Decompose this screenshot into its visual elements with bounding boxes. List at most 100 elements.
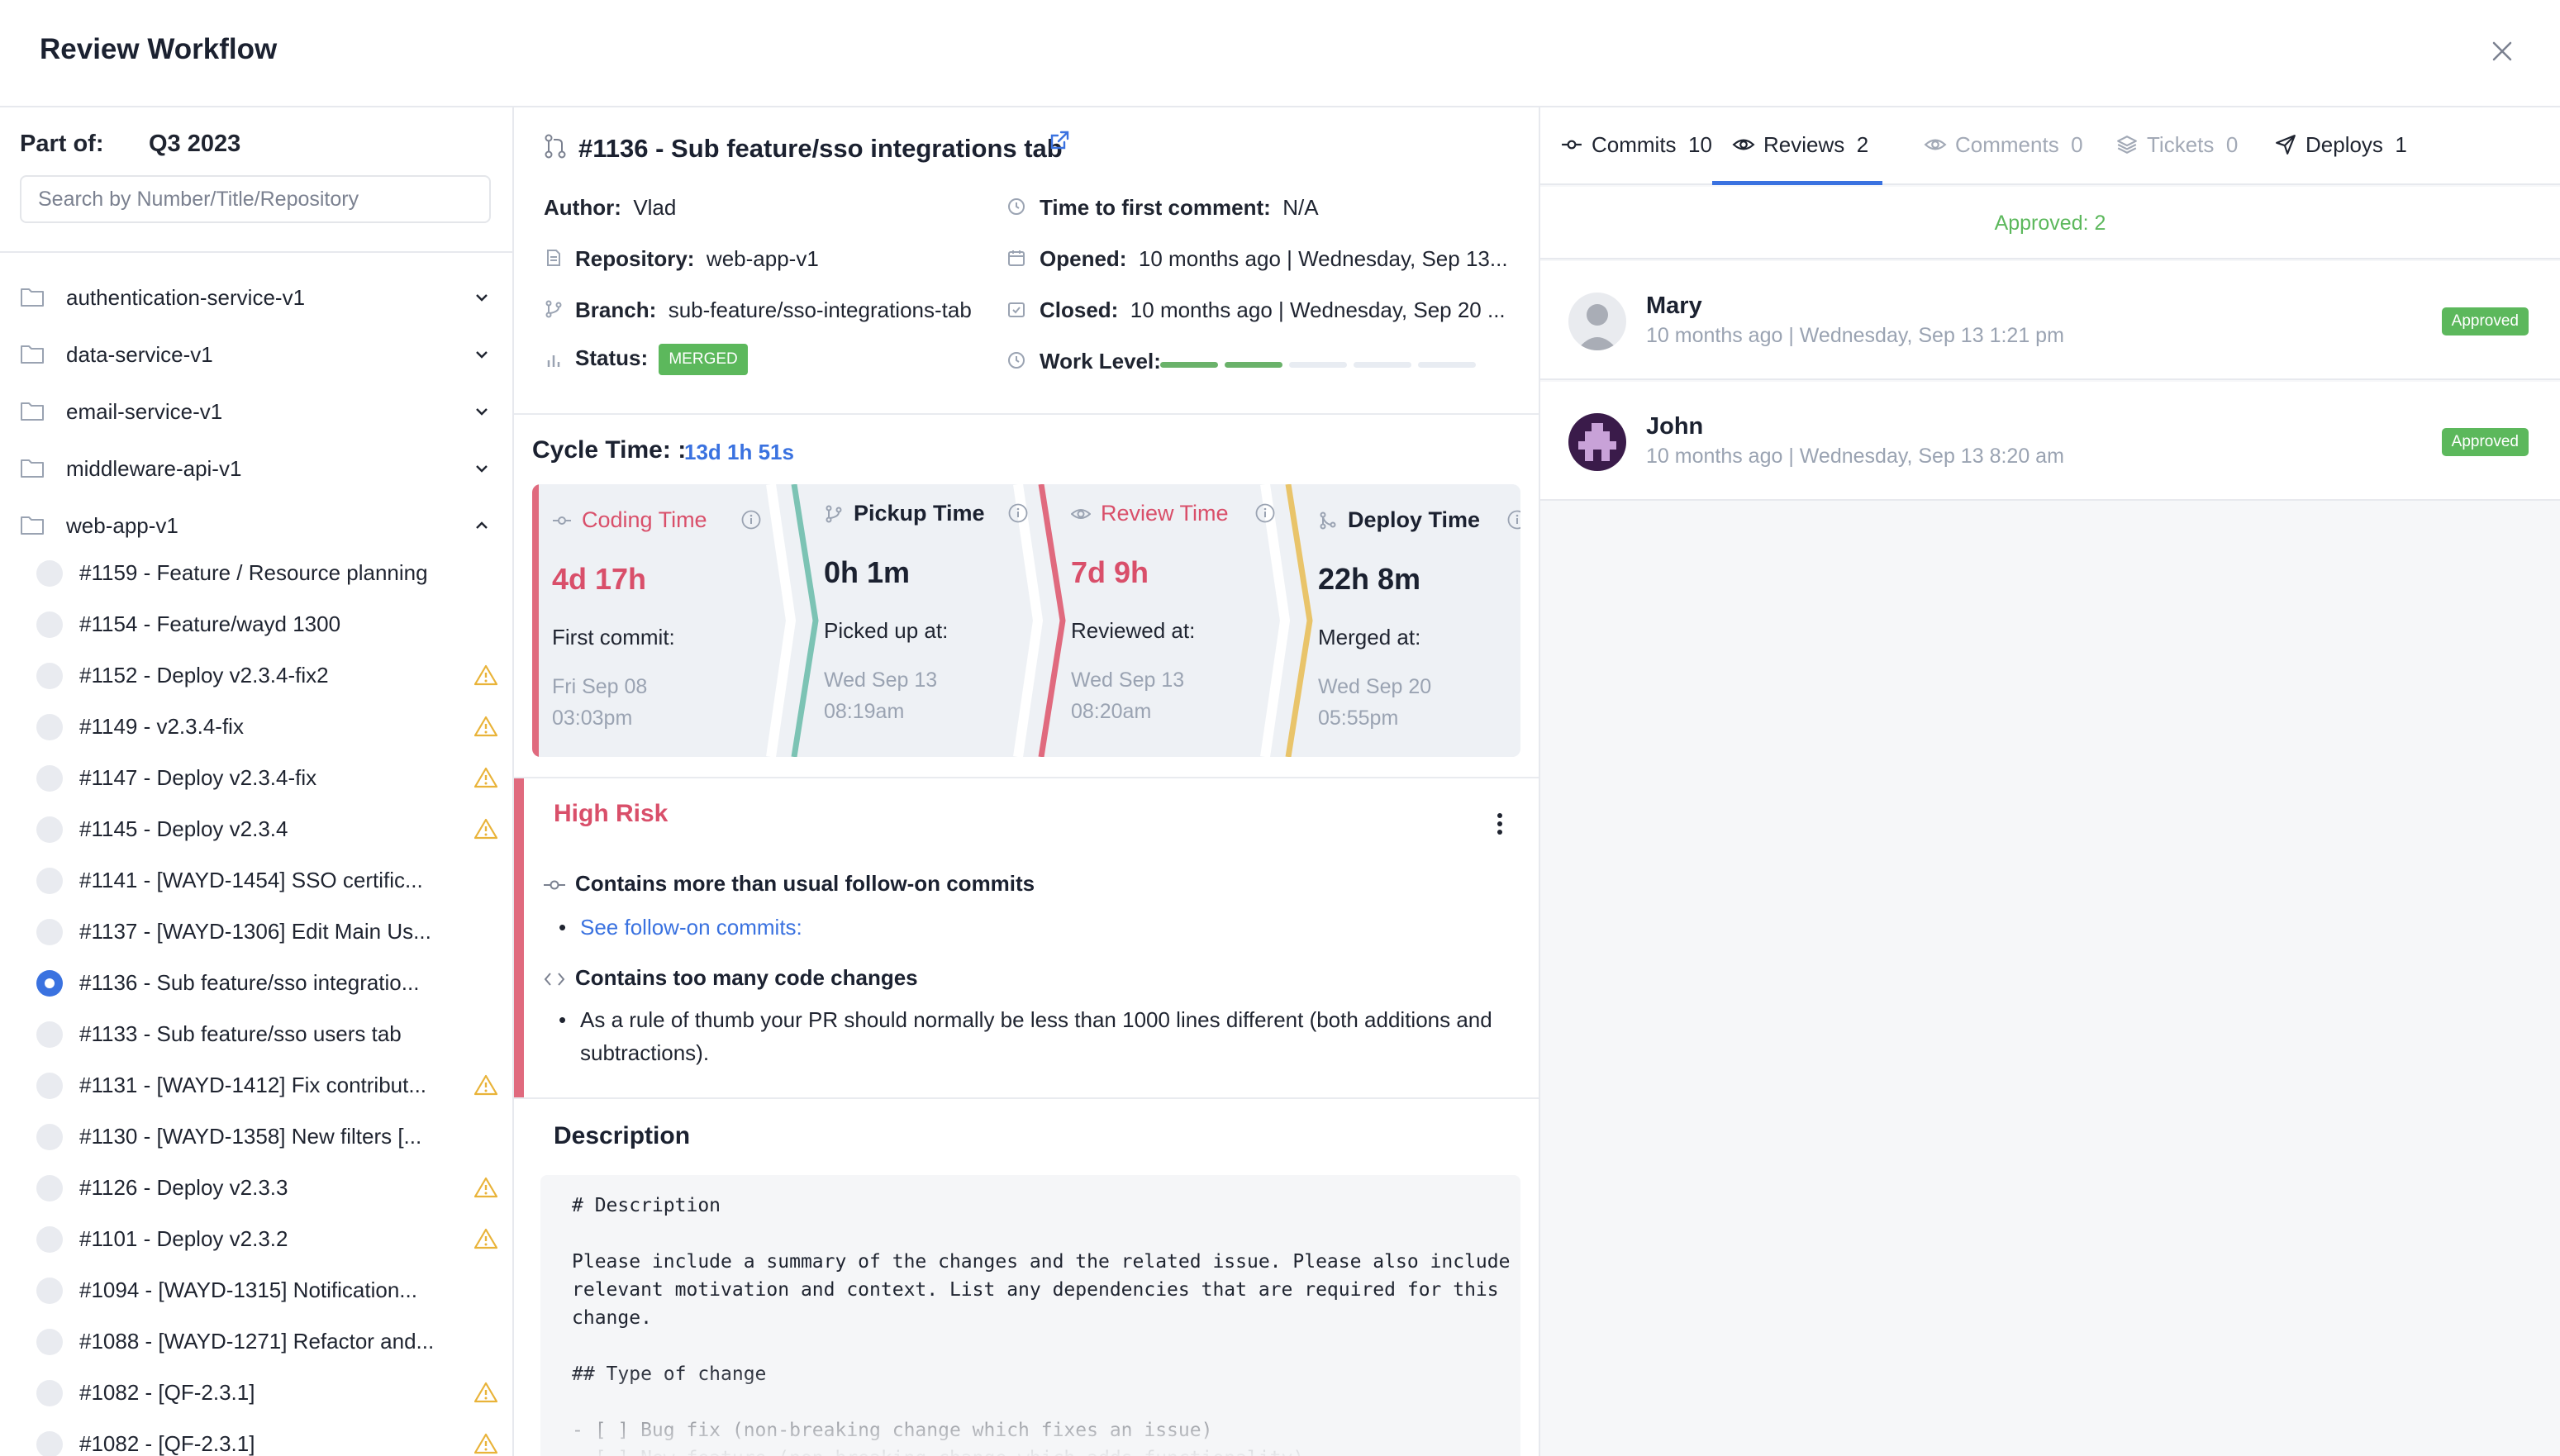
- modal-header: Review Workflow: [0, 0, 2560, 107]
- pr-list-item[interactable]: #1136 - Sub feature/sso integratio...: [36, 960, 499, 1002]
- radio[interactable]: [36, 1226, 63, 1253]
- stage-date: Wed Sep 13: [824, 669, 938, 692]
- pr-list-item[interactable]: #1152 - Deploy v2.3.4-fix2: [36, 653, 499, 694]
- radio[interactable]: [36, 1124, 63, 1150]
- pr-list-item[interactable]: #1094 - [WAYD-1315] Notification...: [36, 1268, 499, 1309]
- radio[interactable]: [36, 1175, 63, 1201]
- pr-list-title: #1133 - Sub feature/sso users tab: [79, 1021, 402, 1046]
- radio[interactable]: [36, 663, 63, 689]
- pr-list-title: #1126 - Deploy v2.3.3: [79, 1175, 288, 1200]
- search-input[interactable]: [20, 175, 491, 223]
- modal-title: Review Workflow: [40, 33, 278, 65]
- tab-count: 1: [2395, 132, 2407, 157]
- tab-label-text: Comments: [1955, 132, 2059, 157]
- radio[interactable]: [36, 611, 63, 638]
- pr-list-title: #1131 - [WAYD-1412] Fix contribut...: [79, 1073, 427, 1097]
- pr-list-item[interactable]: #1159 - Feature / Resource planning: [36, 550, 499, 592]
- stage-duration: 7d 9h: [1071, 555, 1149, 589]
- tab-reviews[interactable]: Reviews 2: [1712, 107, 1882, 185]
- radio[interactable]: [36, 1021, 63, 1048]
- tab-label-text: Deploys: [2305, 132, 2383, 157]
- merge-icon: [1320, 512, 1336, 530]
- clock-icon: [1008, 352, 1025, 369]
- pull-request-icon: [545, 134, 566, 159]
- tab-count: 2: [1856, 132, 1869, 157]
- pr-list-title: #1145 - Deploy v2.3.4: [79, 816, 288, 841]
- author-label: Author:: [544, 195, 621, 220]
- radio-selected[interactable]: [36, 970, 63, 997]
- work-level: Work Level:: [1006, 344, 1519, 377]
- tab-label: Tickets 0: [2147, 132, 2238, 158]
- pr-list-item[interactable]: #1137 - [WAYD-1306] Edit Main Us...: [36, 909, 499, 950]
- avatar: [1568, 293, 1626, 350]
- pr-list-item[interactable]: #1101 - Deploy v2.3.2: [36, 1216, 499, 1258]
- follow-on-commits-link[interactable]: See follow-on commits:: [580, 915, 802, 940]
- tab-count: 0: [2225, 132, 2239, 157]
- radio[interactable]: [36, 1329, 63, 1355]
- branch-label: Branch:: [575, 297, 657, 322]
- radio[interactable]: [36, 868, 63, 894]
- radio[interactable]: [36, 1380, 63, 1406]
- more-options-icon[interactable]: [1496, 811, 1504, 836]
- radio[interactable]: [36, 1278, 63, 1304]
- stage-time: 08:20am: [1071, 700, 1152, 723]
- radio[interactable]: [36, 765, 63, 792]
- radio[interactable]: [36, 1073, 63, 1099]
- external-link-icon[interactable]: [1048, 129, 1071, 152]
- pr-list-item[interactable]: #1147 - Deploy v2.3.4-fix: [36, 755, 499, 797]
- cycle-stage: Review Time 7d 9h Reviewed at: Wed Sep 13 08…: [1026, 484, 1295, 757]
- pr-list-item[interactable]: #1126 - Deploy v2.3.3: [36, 1165, 499, 1206]
- review-time: 10 months ago | Wednesday, Sep 13 8:20 a…: [1646, 445, 2064, 468]
- comment-icon: [1924, 139, 1947, 150]
- repository-value: web-app-v1: [706, 246, 819, 271]
- radio[interactable]: [36, 1431, 63, 1456]
- risk-item-code-changes: Contains too many code changes: [544, 965, 918, 991]
- pr-list-item[interactable]: #1082 - [QF-2.3.1]: [36, 1421, 499, 1456]
- radio[interactable]: [36, 919, 63, 945]
- review-time: 10 months ago | Wednesday, Sep 13 1:21 p…: [1646, 324, 2064, 347]
- pr-list-item[interactable]: #1141 - [WAYD-1454] SSO certific...: [36, 858, 499, 899]
- repo-item[interactable]: web-app-v1: [20, 506, 499, 545]
- pr-list-title: #1130 - [WAYD-1358] New filters [...: [79, 1124, 422, 1149]
- pr-list-item[interactable]: #1133 - Sub feature/sso users tab: [36, 1011, 499, 1053]
- repo-name: authentication-service-v1: [66, 285, 306, 310]
- pr-list-item[interactable]: #1131 - [WAYD-1412] Fix contribut...: [36, 1063, 499, 1104]
- approved-summary: Approved: 2: [1540, 187, 2560, 259]
- stage-time: 03:03pm: [552, 707, 633, 730]
- pr-list-title: #1082 - [QF-2.3.1]: [79, 1380, 255, 1405]
- tab-label-text: Reviews: [1763, 132, 1845, 157]
- repository-label: Repository:: [575, 246, 695, 271]
- send-icon: [2276, 135, 2296, 155]
- pr-list-item[interactable]: #1154 - Feature/wayd 1300: [36, 602, 499, 643]
- radio[interactable]: [36, 714, 63, 740]
- opened-label: Opened:: [1040, 246, 1127, 271]
- radio[interactable]: [36, 560, 63, 587]
- author-value: Vlad: [633, 195, 677, 220]
- pr-list-item[interactable]: #1088 - [WAYD-1271] Refactor and...: [36, 1319, 499, 1360]
- tab-label-text: Commits: [1592, 132, 1677, 157]
- pr-list-item[interactable]: #1082 - [QF-2.3.1]: [36, 1370, 499, 1411]
- stage-date: Wed Sep 20: [1318, 675, 1432, 698]
- divider: [0, 251, 512, 253]
- tab-label: Reviews 2: [1763, 132, 1868, 158]
- work-level-segment: [1225, 362, 1282, 368]
- radio[interactable]: [36, 816, 63, 843]
- repo-item[interactable]: data-service-v1: [20, 335, 499, 374]
- chevron-down-icon: [476, 465, 488, 473]
- close-icon[interactable]: [2487, 36, 2517, 66]
- pr-list-item[interactable]: #1149 - v2.3.4-fix: [36, 704, 499, 745]
- pr-list-title: #1147 - Deploy v2.3.4-fix: [79, 765, 317, 790]
- closed-value: 10 months ago | Wednesday, Sep 20 ...: [1130, 297, 1506, 322]
- fade-overlay: [540, 1365, 1520, 1456]
- cycle-time-total: 13d 1h 51s: [684, 440, 794, 464]
- stage-duration: 4d 17h: [552, 562, 647, 596]
- pr-list-item[interactable]: #1130 - [WAYD-1358] New filters [...: [36, 1114, 499, 1155]
- stage-date: Fri Sep 08: [552, 675, 648, 698]
- warning-icon: [474, 1228, 497, 1249]
- stage-date: Wed Sep 13: [1071, 669, 1185, 692]
- repo-item[interactable]: authentication-service-v1: [20, 278, 499, 317]
- pr-list-item[interactable]: #1145 - Deploy v2.3.4: [36, 807, 499, 848]
- cycle-time-title: Cycle Time: :: [532, 436, 687, 464]
- repo-item[interactable]: middleware-api-v1: [20, 449, 499, 488]
- repo-item[interactable]: email-service-v1: [20, 392, 499, 431]
